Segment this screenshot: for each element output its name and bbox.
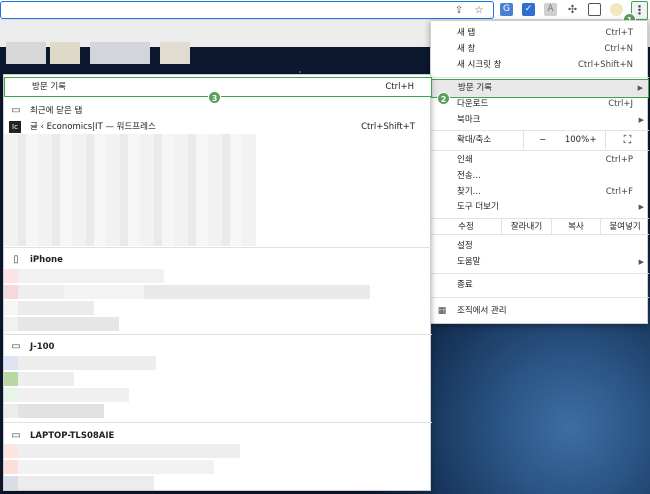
menu-help[interactable]: 도움말 ▶ xyxy=(431,254,649,270)
recently-closed-item[interactable]: Ic 글 ‹ Economics|IT — 워드프레스 Ctrl+Shift+T xyxy=(4,120,432,134)
star-icon[interactable]: ☆ xyxy=(473,5,485,17)
blurred-device-tab xyxy=(4,285,370,299)
blurred-device-tab xyxy=(4,388,129,402)
laptop-icon: ▭ xyxy=(11,430,21,441)
menu-bookmarks[interactable]: 북마크 ▶ xyxy=(431,112,649,128)
step-badge-2: 2 xyxy=(437,92,450,105)
menu-incognito[interactable]: 새 시크릿 창 Ctrl+Shift+N xyxy=(431,57,649,73)
menu-label: 다운로드 xyxy=(457,99,489,109)
blurred-history-list xyxy=(4,134,256,246)
blurred-device-tab xyxy=(4,269,164,283)
share-icon[interactable]: ⇪ xyxy=(453,5,465,17)
zoom-in-button[interactable]: + xyxy=(585,131,601,149)
separator xyxy=(4,422,432,423)
zoom-label: 확대/축소 xyxy=(457,135,492,145)
blurred-device-tab xyxy=(4,317,119,331)
recently-closed-heading: 최근에 닫은 탭 xyxy=(30,106,83,116)
menu-find[interactable]: 찾기... Ctrl+F xyxy=(431,184,649,200)
menu-label: 도움말 xyxy=(457,257,481,267)
menu-exit[interactable]: 종료 xyxy=(431,277,649,293)
blurred-bookmark xyxy=(90,42,150,64)
chevron-right-icon: ▶ xyxy=(638,258,644,266)
shortcut: Ctrl+Shift+N xyxy=(577,60,633,70)
blurred-device-tab xyxy=(4,444,240,458)
menu-label: 새 창 xyxy=(457,44,476,54)
menu-label: 북마크 xyxy=(457,115,481,125)
puzzle-icon[interactable]: ✣ xyxy=(566,3,579,16)
shortcut: Ctrl+N xyxy=(604,44,633,54)
history-title: 방문 기록 xyxy=(32,82,66,92)
menu-label: 도구 더보기 xyxy=(457,202,499,212)
blurred-device-tab xyxy=(4,356,156,370)
edit-row: 수정 잘라내기 복사 붙여넣기 xyxy=(431,218,649,235)
cut-button[interactable]: 잘라내기 xyxy=(501,219,551,235)
chevron-right-icon: ▶ xyxy=(637,84,643,92)
chevron-right-icon: ▶ xyxy=(638,116,644,124)
blurred-device-tab xyxy=(4,476,154,490)
menu-label: 찾기... xyxy=(457,187,481,197)
separator xyxy=(431,150,649,151)
blurred-bookmark xyxy=(50,42,80,64)
building-icon: ▦ xyxy=(437,306,447,316)
step-badge-3: 3 xyxy=(208,91,221,104)
separator xyxy=(431,77,649,78)
shortcut: Ctrl+H xyxy=(385,82,414,92)
profile-icon[interactable] xyxy=(610,3,623,16)
shortcut: Ctrl+Shift+T xyxy=(361,122,415,132)
tab-icon: ▭ xyxy=(11,105,21,116)
separator xyxy=(431,297,649,298)
blurred-device-tab xyxy=(4,372,74,386)
zoom-row: 확대/축소 − 100% + ⛶ xyxy=(431,131,649,149)
menu-label: 인쇄 xyxy=(457,155,473,165)
menu-settings[interactable]: 설정 xyxy=(431,238,649,254)
menu-print[interactable]: 인쇄 Ctrl+P xyxy=(431,152,649,168)
zoom-out-button[interactable]: − xyxy=(523,131,561,149)
menu-label: 조직에서 관리 xyxy=(457,306,507,316)
copy-button[interactable]: 복사 xyxy=(551,219,600,235)
menu-label: 방문 기록 xyxy=(458,83,492,93)
blurred-device-tab xyxy=(4,301,94,315)
blurred-bookmark xyxy=(6,42,46,64)
shortcut: Ctrl+T xyxy=(605,28,633,38)
history-submenu: 방문 기록 Ctrl+H ▭ 최근에 닫은 탭 Ic 글 ‹ Economics… xyxy=(3,74,432,491)
fullscreen-icon[interactable]: ⛶ xyxy=(605,131,649,149)
browser-toolbar: ⇪ ☆ G ✓ A ✣ ⋮ xyxy=(0,0,650,20)
address-bar[interactable]: ⇪ ☆ xyxy=(0,1,494,19)
check-extension-icon[interactable]: ✓ xyxy=(522,3,535,16)
device-heading-j100: J-100 xyxy=(30,342,55,352)
menu-cast[interactable]: 전송... xyxy=(431,168,649,184)
translate-icon[interactable]: G xyxy=(500,3,513,16)
device-heading-iphone: iPhone xyxy=(30,255,63,265)
menu-label: 설정 xyxy=(457,241,473,251)
chevron-right-icon: ▶ xyxy=(638,203,644,211)
device-heading-laptop-tls08aie: LAPTOP-TLS08AIE xyxy=(30,431,115,441)
menu-label: 새 시크릿 창 xyxy=(457,60,502,70)
blurred-device-tab xyxy=(4,460,214,474)
shortcut: Ctrl+P xyxy=(605,155,633,165)
menu-label: 종료 xyxy=(457,280,473,290)
shortcut: Ctrl+J xyxy=(608,99,633,109)
paste-button[interactable]: 붙여넣기 xyxy=(600,219,649,235)
blurred-bookmark xyxy=(160,42,190,64)
separator xyxy=(4,247,432,248)
menu-label: 전송... xyxy=(457,171,481,181)
laptop-icon: ▭ xyxy=(11,341,21,352)
menu-more-tools[interactable]: 도구 더보기 ▶ xyxy=(431,199,649,215)
phone-icon: ▯ xyxy=(13,254,19,265)
edit-label: 수정 xyxy=(458,222,474,232)
separator xyxy=(431,273,649,274)
separator xyxy=(4,334,432,335)
sidepanel-icon[interactable] xyxy=(588,3,601,16)
site-favicon: Ic xyxy=(9,121,21,133)
menu-new-window[interactable]: 새 창 Ctrl+N xyxy=(431,41,649,57)
blurred-device-tab xyxy=(4,404,104,418)
closed-item-title: 글 ‹ Economics|IT — 워드프레스 xyxy=(30,122,156,132)
menu-label: 새 탭 xyxy=(457,28,476,38)
shortcut: Ctrl+F xyxy=(605,187,633,197)
pdf-extension-icon[interactable]: A xyxy=(544,3,557,16)
chrome-main-menu: 새 탭 Ctrl+T 새 창 Ctrl+N 새 시크릿 창 Ctrl+Shift+N … xyxy=(430,20,649,324)
menu-managed-by-org[interactable]: ▦ 조직에서 관리 xyxy=(431,303,649,319)
menu-new-tab[interactable]: 새 탭 Ctrl+T xyxy=(431,25,649,41)
menu-downloads[interactable]: 다운로드 Ctrl+J xyxy=(431,96,649,112)
